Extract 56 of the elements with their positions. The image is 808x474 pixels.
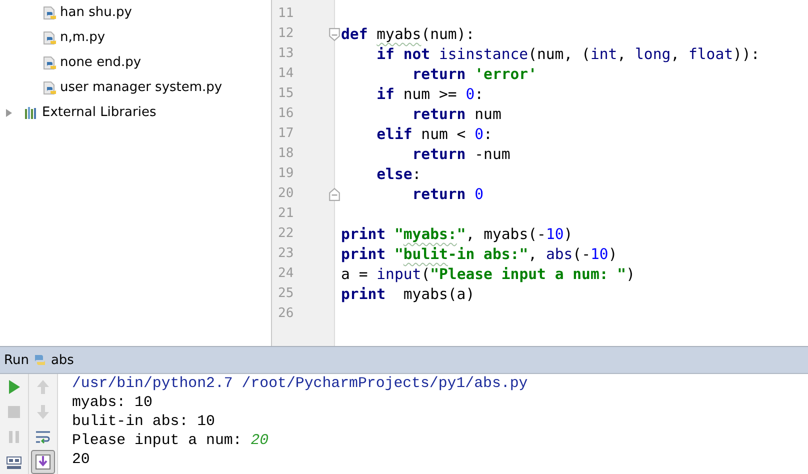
file-item[interactable]: han shu.py [0,0,271,25]
python-icon [32,353,47,367]
console-line: /usr/bin/python2.7 /root/PycharmProjects/py1/abs.py [72,375,528,394]
code-line: print myabs(a) [341,285,475,305]
code-line: else: [376,165,422,185]
pause-icon[interactable] [6,429,22,445]
code-line: a = input("Please input a num: ") [341,265,636,285]
code-line: if not isinstance(num, (int, long, float)): [376,45,760,65]
code-line: return -num [412,145,510,165]
file-item[interactable]: n,m.py [0,25,271,50]
line-number: 18 [278,146,294,161]
python-file-icon [43,30,57,44]
console-line: myabs: 10 [72,394,154,413]
code-line: def myabs(num): [341,25,475,45]
line-number: 13 [278,46,294,61]
console-line: 20 [72,451,91,470]
line-number: 25 [278,286,294,301]
line-number: 22 [278,226,294,241]
scroll-to-end-icon[interactable] [31,450,55,474]
console-line: bulit-in abs: 10 [72,413,216,432]
run-label: Run [4,352,29,368]
library-icon [24,106,38,120]
line-number: 12 [278,26,294,41]
line-number: 23 [278,246,294,261]
line-number: 24 [278,266,294,281]
python-file-icon [43,80,57,94]
code-line: if num >= 0: [376,85,484,105]
file-item[interactable]: user manager system.py [0,75,271,100]
line-number: 15 [278,86,294,101]
line-number: 19 [278,166,294,181]
code-line: return 0 [412,185,484,205]
layout-icon[interactable] [6,454,22,470]
soft-wrap-icon[interactable] [35,429,51,445]
library-item[interactable]: External Libraries [0,100,271,125]
line-number: 26 [278,306,294,321]
run-icon[interactable] [6,379,22,395]
file-item[interactable]: none end.py [0,50,271,75]
line-number: 14 [278,66,294,81]
python-file-icon [43,56,57,70]
code-line: return num [412,105,502,125]
line-number: 20 [278,186,294,201]
code-line: print "myabs:", myabs(-10) [341,225,573,245]
python-file-icon [43,6,57,20]
line-number: 11 [278,6,294,21]
code-line: print "bulit-in abs:", abs(-10) [341,245,618,265]
fold-marker-icon[interactable] [329,28,340,41]
console-line: Please input a num: 20 [72,432,270,451]
fold-marker-icon[interactable] [329,188,340,201]
expand-arrow-icon[interactable] [4,108,14,118]
code-line: return 'error' [412,65,537,85]
run-config-name[interactable]: abs [50,352,74,368]
code-line: elif num < 0: [376,125,492,145]
line-number: 17 [278,126,294,141]
line-number: 21 [278,206,294,221]
line-number: 16 [278,106,294,121]
stop-icon[interactable] [6,404,22,420]
